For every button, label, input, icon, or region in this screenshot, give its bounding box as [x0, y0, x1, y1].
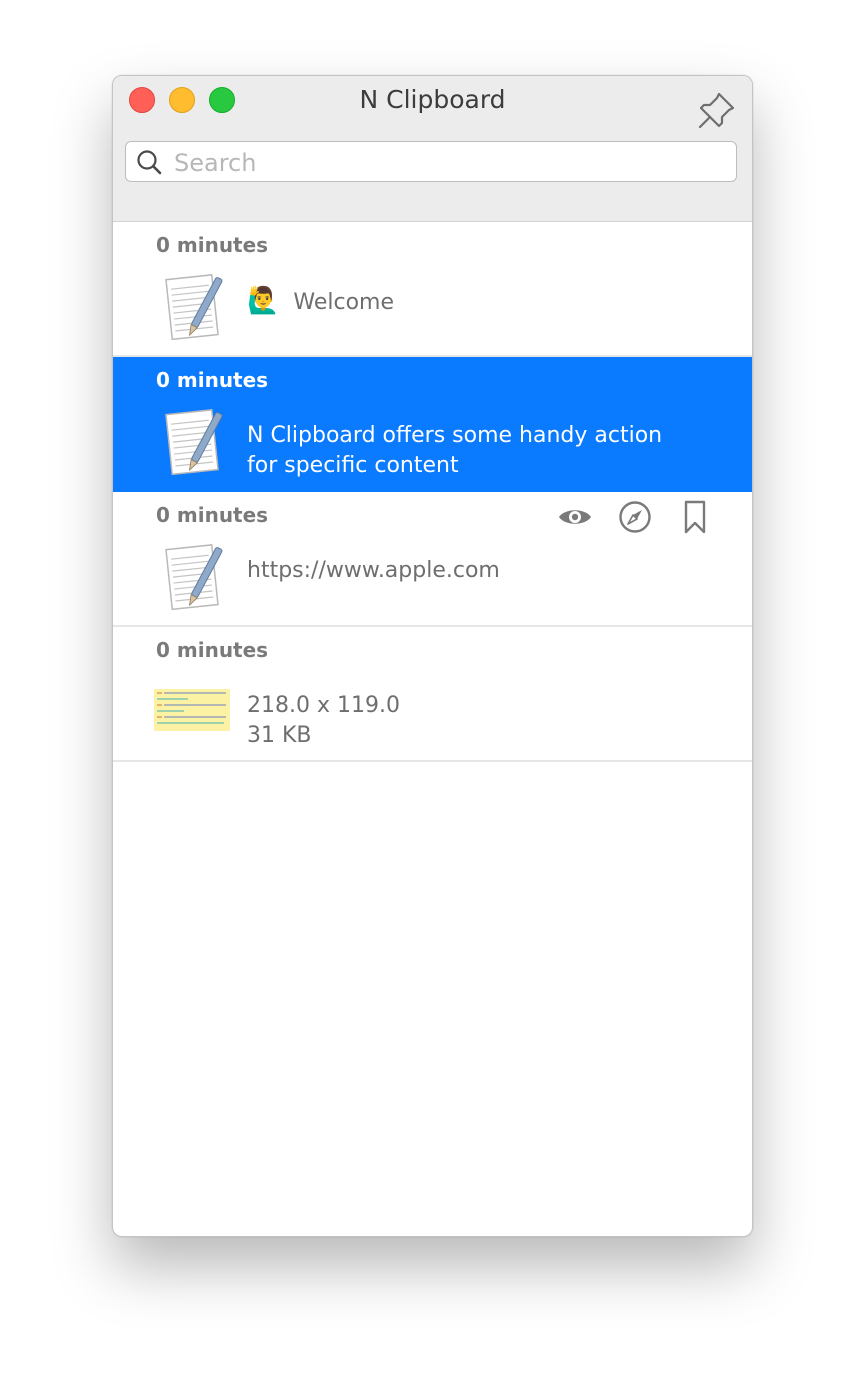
compass-icon[interactable]	[617, 499, 653, 535]
item-content: N Clipboard offers some handy action for…	[247, 421, 662, 481]
eye-icon[interactable]	[557, 499, 593, 535]
list-item-selected[interactable]: 0 minutes N Clipboard offers some handy …	[113, 357, 752, 492]
item-content: 🙋‍♂️ Welcome	[247, 286, 394, 318]
textedit-icon	[165, 274, 223, 341]
item-time: 0 minutes	[156, 503, 269, 527]
window-title: N Clipboard	[359, 85, 506, 114]
search-icon	[137, 150, 162, 175]
item-time: 0 minutes	[156, 368, 269, 392]
pin-icon[interactable]	[695, 88, 739, 132]
item-text: Welcome	[293, 290, 395, 315]
image-thumbnail	[154, 689, 230, 731]
item-text: https://www.apple.com	[247, 558, 500, 583]
list-item[interactable]: 0 minutes 218.0 x 119.0 31 KB	[113, 627, 752, 762]
list-item[interactable]: 0 minutes 🙋‍♂️ Welcome	[113, 222, 752, 357]
item-time: 0 minutes	[156, 638, 269, 662]
app-window: N Clipboard 0 minutes	[112, 75, 753, 1237]
image-size: 31 KB	[247, 723, 312, 748]
raising-hand-emoji: 🙋‍♂️	[247, 286, 280, 316]
item-text-line-2: for specific content	[247, 453, 459, 478]
item-text-line-1: N Clipboard offers some handy action	[247, 423, 663, 448]
clipboard-list: 0 minutes 🙋‍♂️ Welcome	[113, 222, 752, 762]
title-bar: N Clipboard	[113, 76, 752, 222]
item-time: 0 minutes	[156, 233, 269, 257]
bookmark-icon[interactable]	[677, 499, 713, 535]
textedit-icon	[165, 409, 223, 476]
search-field[interactable]	[125, 141, 737, 182]
item-content: 218.0 x 119.0 31 KB	[247, 691, 400, 751]
search-input[interactable]	[172, 144, 726, 181]
textedit-icon	[165, 544, 223, 611]
item-content: https://www.apple.com	[247, 556, 500, 586]
image-dimensions: 218.0 x 119.0	[247, 693, 400, 718]
item-actions	[557, 499, 717, 539]
list-item[interactable]: 0 minutes https://www.apple.com	[113, 492, 752, 627]
